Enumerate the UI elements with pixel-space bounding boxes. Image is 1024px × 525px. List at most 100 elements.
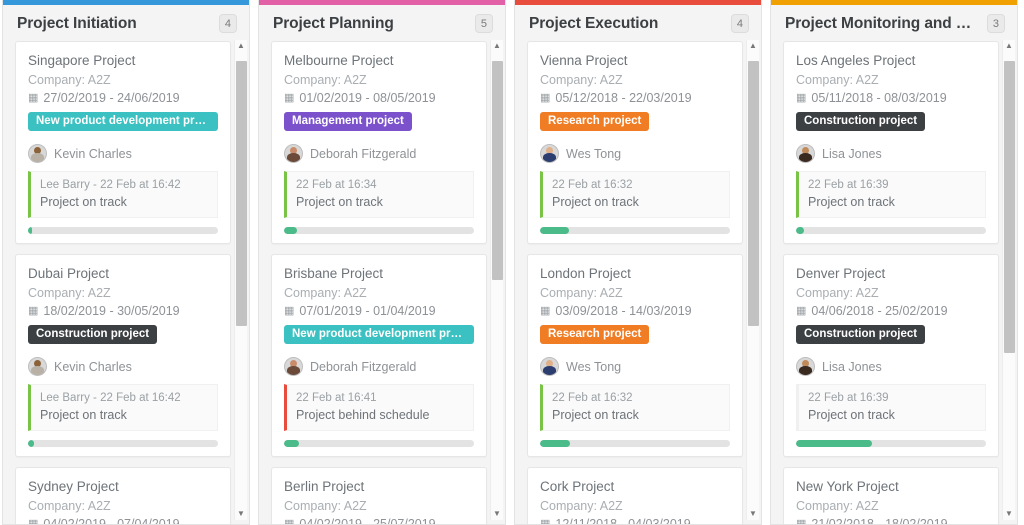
avatar xyxy=(28,144,47,163)
card-date-range: ▦21/02/2018 - 18/02/2019 xyxy=(796,517,986,524)
card-progress-bar xyxy=(796,227,986,234)
card-dates-text: 01/02/2019 - 08/05/2019 xyxy=(299,91,435,105)
card-title: New York Project xyxy=(796,479,986,494)
project-card[interactable]: Denver ProjectCompany: A2Z▦04/06/2018 - … xyxy=(783,254,999,457)
scrollbar-track[interactable] xyxy=(235,52,247,508)
comment-meta: Lee Barry - 22 Feb at 16:42 xyxy=(40,392,208,404)
comment-text: Project on track xyxy=(40,195,208,209)
card-category-tag: Construction project xyxy=(796,325,925,344)
scroll-down-arrow-icon[interactable]: ▼ xyxy=(493,508,501,520)
project-card[interactable]: Singapore ProjectCompany: A2Z▦27/02/2019… xyxy=(15,41,231,244)
column-header: Project Execution 4 xyxy=(515,5,761,41)
card-progress-fill xyxy=(284,227,297,234)
scroll-up-arrow-icon[interactable]: ▲ xyxy=(237,40,245,52)
avatar xyxy=(540,357,559,376)
card-assignee: Kevin Charles xyxy=(28,144,218,163)
card-title: Brisbane Project xyxy=(284,266,474,281)
scrollbar-thumb[interactable] xyxy=(748,61,759,325)
project-card[interactable]: Vienna ProjectCompany: A2Z▦05/12/2018 - … xyxy=(527,41,743,244)
project-card[interactable]: Cork ProjectCompany: A2Z▦12/11/2018 - 04… xyxy=(527,467,743,524)
card-title: Vienna Project xyxy=(540,53,730,68)
calendar-icon: ▦ xyxy=(28,519,38,525)
column-title: Project Execution xyxy=(529,15,658,33)
card-category-tag: New product development pro... xyxy=(284,325,474,344)
column-header: Project Initiation4 xyxy=(3,5,249,41)
assignee-name: Wes Tong xyxy=(566,147,621,161)
card-progress-bar xyxy=(28,227,218,234)
column-scrollbar[interactable]: ▲▼ xyxy=(234,40,247,520)
scroll-up-arrow-icon[interactable]: ▲ xyxy=(493,40,501,52)
card-progress-fill xyxy=(540,440,570,447)
avatar xyxy=(284,357,303,376)
card-comment: 22 Feb at 16:32Project on track xyxy=(540,171,730,218)
card-date-range: ▦05/12/2018 - 22/03/2019 xyxy=(540,91,730,105)
card-category-tag: New product development pro... xyxy=(28,112,218,131)
card-company: Company: A2Z xyxy=(796,499,986,513)
project-card[interactable]: Brisbane ProjectCompany: A2Z▦07/01/2019 … xyxy=(271,254,487,457)
scrollbar-thumb[interactable] xyxy=(1004,61,1015,353)
card-comment: Lee Barry - 22 Feb at 16:42 Project on tr… xyxy=(28,171,218,218)
calendar-icon: ▦ xyxy=(284,306,294,317)
scroll-down-arrow-icon[interactable]: ▼ xyxy=(237,508,245,520)
project-card[interactable]: New York Project Company: A2Z ▦21/02/2018 … xyxy=(783,467,999,524)
column-scrollbar[interactable]: ▲▼ xyxy=(490,40,503,520)
comment-meta: 22 Feb at 16:41 xyxy=(296,392,464,404)
card-comment: 22 Feb at 16:39Project on track xyxy=(796,171,986,218)
scrollbar-thumb[interactable] xyxy=(492,61,503,280)
comment-text: Project on track xyxy=(296,195,464,209)
scroll-up-arrow-icon[interactable]: ▲ xyxy=(749,40,757,52)
project-card[interactable]: Dubai ProjectCompany: A2Z▦18/02/2019 - 3… xyxy=(15,254,231,457)
project-card[interactable]: Los Angeles ProjectCompany: A2Z▦05/11/20… xyxy=(783,41,999,244)
comment-meta: 22 Feb at 16:39 xyxy=(808,392,976,404)
comment-meta: Lee Barry - 22 Feb at 16:42 xyxy=(40,179,208,191)
card-assignee: Kevin Charles xyxy=(28,357,218,376)
card-comment: Lee Barry - 22 Feb at 16:42Project on tr… xyxy=(28,384,218,431)
scroll-down-arrow-icon[interactable]: ▼ xyxy=(1005,508,1013,520)
scroll-down-arrow-icon[interactable]: ▼ xyxy=(749,508,757,520)
project-card[interactable]: Sydney ProjectCompany: A2Z▦04/02/2019 - … xyxy=(15,467,231,524)
column-scrollbar[interactable]: ▲▼ xyxy=(746,40,759,520)
comment-meta: 22 Feb at 16:32 xyxy=(552,392,720,404)
card-dates-text: 07/01/2019 - 01/04/2019 xyxy=(299,304,435,318)
scroll-up-arrow-icon[interactable]: ▲ xyxy=(1005,40,1013,52)
column-card-list[interactable]: Melbourne ProjectCompany: A2Z▦01/02/2019… xyxy=(259,41,505,524)
assignee-name: Deborah Fitzgerald xyxy=(310,360,416,374)
card-company: Company: A2Z xyxy=(284,499,474,513)
kanban-column: Project Initiation4Singapore ProjectComp… xyxy=(2,0,250,525)
column-card-count-badge: 4 xyxy=(731,14,749,33)
project-card[interactable]: Melbourne ProjectCompany: A2Z▦01/02/2019… xyxy=(271,41,487,244)
scrollbar-track[interactable] xyxy=(1003,52,1015,508)
card-date-range: ▦04/02/2019 - 25/07/2019 xyxy=(284,517,474,524)
card-date-range: ▦04/02/2019 - 07/04/2019 xyxy=(28,517,218,524)
column-title: Project Monitoring and Co... xyxy=(785,15,975,33)
project-card[interactable]: Berlin ProjectCompany: A2Z▦04/02/2019 - … xyxy=(271,467,487,524)
kanban-column: Project Monitoring and Co...3Los Angeles… xyxy=(770,0,1018,525)
card-category-tag: Construction project xyxy=(28,325,157,344)
column-title: Project Initiation xyxy=(17,15,137,33)
column-header: Project Planning5 xyxy=(259,5,505,41)
card-progress-fill xyxy=(28,440,34,447)
assignee-name: Wes Tong xyxy=(566,360,621,374)
column-card-list[interactable]: Vienna ProjectCompany: A2Z▦05/12/2018 - … xyxy=(515,41,761,524)
card-dates-text: 12/11/2018 - 04/03/2019 xyxy=(555,517,690,524)
card-dates-text: 05/11/2018 - 08/03/2019 xyxy=(811,91,946,105)
card-assignee: Wes Tong xyxy=(540,144,730,163)
calendar-icon: ▦ xyxy=(540,519,550,525)
calendar-icon: ▦ xyxy=(796,306,806,317)
card-category-tag: Construction project xyxy=(796,112,925,131)
comment-meta: 22 Feb at 16:32 xyxy=(552,179,720,191)
column-card-list[interactable]: Los Angeles ProjectCompany: A2Z▦05/11/20… xyxy=(771,41,1017,524)
card-date-range: ▦01/02/2019 - 08/05/2019 xyxy=(284,91,474,105)
scrollbar-thumb[interactable] xyxy=(236,61,247,325)
calendar-icon: ▦ xyxy=(28,93,38,104)
column-card-list[interactable]: Singapore ProjectCompany: A2Z▦27/02/2019… xyxy=(3,41,249,524)
card-company: Company: A2Z xyxy=(796,286,986,300)
project-card[interactable]: London ProjectCompany: A2Z▦03/09/2018 - … xyxy=(527,254,743,457)
scrollbar-track[interactable] xyxy=(491,52,503,508)
assignee-name: Kevin Charles xyxy=(54,147,132,161)
card-comment: 22 Feb at 16:32Project on track xyxy=(540,384,730,431)
scrollbar-track[interactable] xyxy=(747,52,759,508)
column-scrollbar[interactable]: ▲▼ xyxy=(1002,40,1015,520)
card-assignee: Lisa Jones xyxy=(796,144,986,163)
comment-text: Project on track xyxy=(808,408,976,422)
